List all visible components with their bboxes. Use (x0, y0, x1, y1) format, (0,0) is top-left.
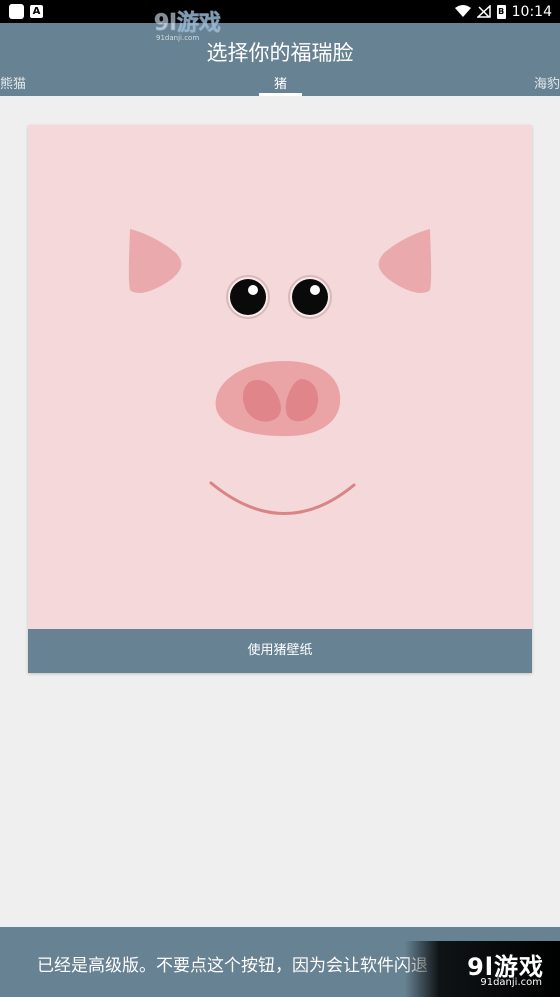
pig-face-preview (28, 125, 532, 629)
use-wallpaper-button[interactable]: 使用猪壁纸 (28, 629, 532, 673)
status-right: B 10:14 (454, 2, 552, 21)
no-signal-icon (476, 5, 491, 18)
watermark-bottom-url: 91danji.com (480, 977, 542, 988)
left-ear (128, 229, 182, 293)
app-bar: 选择你的福瑞脸 熊猫 猪 海豹 (0, 23, 560, 96)
premium-message: 已经是高级版。不要点这个按钮，因为会让软件闪退 (37, 956, 428, 976)
smile (209, 481, 356, 515)
tab-indicator (259, 93, 302, 96)
watermark-bottom: 9l游戏 91danji.com (405, 941, 560, 997)
tab-pig[interactable]: 猪 (259, 73, 302, 92)
battery-icon: B (496, 4, 506, 19)
wifi-icon (454, 5, 471, 17)
status-bar: A B 10:14 (0, 0, 560, 23)
tab-seal[interactable]: 海豹 (534, 73, 560, 92)
notification-app-icon (9, 4, 24, 19)
watermark-logo-text: 9l游戏 (154, 10, 221, 36)
watermark-url-text: 91danji.com (156, 34, 199, 42)
face-card: 使用猪壁纸 (28, 125, 532, 673)
status-left: A (9, 4, 43, 19)
page-title: 选择你的福瑞脸 (206, 41, 354, 65)
left-eye (226, 275, 270, 319)
notification-a-icon: A (30, 5, 43, 18)
watermark-logo-top: 9l游戏 91danji.com (154, 10, 222, 43)
right-eye (288, 275, 332, 319)
right-ear (378, 229, 432, 293)
tab-panda[interactable]: 熊猫 (0, 73, 26, 92)
status-time: 10:14 (511, 3, 552, 20)
pig-face-illustration (128, 229, 432, 515)
